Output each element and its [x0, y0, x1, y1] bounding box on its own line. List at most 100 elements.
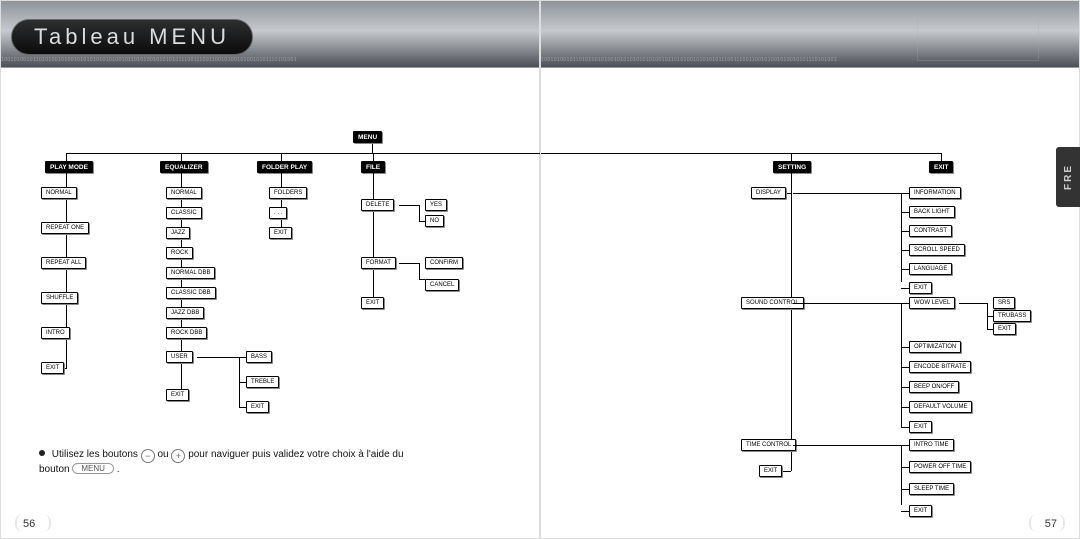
- eq-jazz: JAZZ: [166, 227, 190, 239]
- line: [901, 427, 909, 428]
- pm-intro: INTRO: [41, 327, 70, 339]
- line: [901, 407, 909, 408]
- menu-pill: MENU: [72, 463, 114, 474]
- page-right: 1001010010110101001010010101010101010010…: [540, 0, 1080, 539]
- eq-user: USER: [166, 351, 193, 363]
- eq-classic: CLASSIC: [166, 207, 202, 219]
- wow-trubass: TRUBASS: [993, 310, 1031, 322]
- line: [66, 153, 67, 161]
- line: [373, 153, 374, 161]
- disp-language: LANGUAGE: [909, 263, 952, 275]
- eq-classicdbb: CLASSIC DBB: [166, 287, 216, 299]
- line: [66, 173, 67, 369]
- line: [901, 303, 902, 427]
- line: [181, 153, 182, 161]
- file-confirm: CONFIRM: [425, 257, 463, 269]
- fp-folders: FOLDERS: [269, 187, 307, 199]
- menu-setting: SETTING: [773, 161, 811, 173]
- line: [239, 382, 246, 383]
- tc-intro: INTRO TIME: [909, 439, 954, 451]
- eq-rock: ROCK: [166, 247, 193, 259]
- wow-srs: SRS: [993, 297, 1015, 309]
- line: [987, 316, 993, 317]
- menu-folderplay: FOLDER PLAY: [257, 161, 312, 173]
- line: [793, 193, 901, 194]
- eq-uexit: EXIT: [246, 401, 269, 413]
- line: [901, 511, 909, 512]
- eq-treble: TREBLE: [246, 376, 279, 388]
- disp-info: INFORMATION: [909, 187, 961, 199]
- line: [901, 193, 909, 194]
- side-tab-text: FRE: [1063, 164, 1074, 190]
- setting-time: TIME CONTROL: [741, 439, 796, 451]
- sc-wow: WOW LEVEL: [909, 297, 955, 309]
- line: [399, 205, 419, 206]
- pm-normal: NORMAL: [41, 187, 77, 199]
- pm-repeatall: REPEAT ALL: [41, 257, 86, 269]
- language-side-tab: FRE: [1056, 147, 1080, 207]
- menu-exit: EXIT: [929, 161, 953, 173]
- eq-exit: EXIT: [166, 389, 189, 401]
- line: [901, 269, 909, 270]
- line: [901, 367, 909, 368]
- line: [793, 303, 901, 304]
- bullet-icon: [39, 450, 45, 456]
- plus-icon: +: [171, 449, 185, 463]
- line: [399, 263, 419, 264]
- disp-exit: EXIT: [909, 282, 932, 294]
- disp-backlight: BACK LIGHT: [909, 206, 955, 218]
- hint-text: Utilisez les boutons − ou + pour navigue…: [39, 449, 499, 475]
- file-format: FORMAT: [361, 257, 396, 269]
- header-banner: Tableau MENU 100101001011010100101001010…: [1, 1, 539, 68]
- menu-root: MENU: [353, 131, 382, 143]
- minus-icon: −: [141, 449, 155, 463]
- header-banner-right: 1001010010110101001010010101010101010010…: [541, 1, 1079, 68]
- page-left: Tableau MENU 100101001011010100101001010…: [0, 0, 540, 539]
- line: [791, 153, 792, 161]
- pm-shuffle: SHUFFLE: [41, 292, 78, 304]
- pm-exit: EXIT: [41, 362, 64, 374]
- line: [419, 279, 425, 280]
- menu-file: FILE: [361, 161, 385, 173]
- line: [901, 445, 909, 446]
- eq-bass: BASS: [246, 351, 272, 363]
- line: [901, 347, 909, 348]
- sc-encode: ENCODE BITRATE: [909, 361, 971, 373]
- setting-display: DISPLAY: [751, 187, 786, 199]
- hint-post: pour naviguer puis validez votre choix à…: [188, 449, 403, 460]
- line: [239, 357, 246, 358]
- line: [281, 153, 282, 161]
- fp-dots: . . .: [269, 207, 287, 219]
- line: [373, 173, 374, 303]
- line: [419, 205, 420, 221]
- line: [239, 407, 246, 408]
- line: [419, 221, 425, 222]
- file-exit: EXIT: [361, 297, 384, 309]
- tc-sleep: SLEEP TIME: [909, 483, 954, 495]
- page-title-pill: Tableau MENU: [11, 19, 253, 55]
- tc-poweroff: POWER OFF TIME: [909, 461, 971, 473]
- sc-opt: OPTIMIZATION: [909, 341, 961, 353]
- hint-mid: ou: [158, 449, 169, 460]
- eq-normal: NORMAL: [166, 187, 202, 199]
- sc-beep: BEEP ON/OFF: [909, 381, 959, 393]
- menu-playmode: PLAY MODE: [45, 161, 93, 173]
- wow-exit: EXIT: [993, 323, 1016, 335]
- binary-strip: 1001010010110101001010010101010101010010…: [541, 55, 1079, 65]
- page-number-left: 56: [23, 518, 35, 530]
- hint-pre: Utilisez les boutons: [52, 449, 138, 460]
- line: [901, 445, 902, 505]
- line: [281, 173, 282, 233]
- line: [901, 212, 909, 213]
- line: [901, 467, 909, 468]
- hint-post2: bouton: [39, 464, 70, 475]
- file-cancel: CANCEL: [425, 279, 459, 291]
- line: [372, 144, 373, 153]
- disp-contrast: CONTRAST: [909, 225, 952, 237]
- disp-scrollspeed: SCROLL SPEED: [909, 244, 965, 256]
- banner-deco-shape: [917, 9, 1039, 61]
- line: [901, 250, 909, 251]
- tc-exit: EXIT: [909, 505, 932, 517]
- file-delete: DELETE: [361, 199, 394, 211]
- page-number-right: 57: [1045, 518, 1057, 530]
